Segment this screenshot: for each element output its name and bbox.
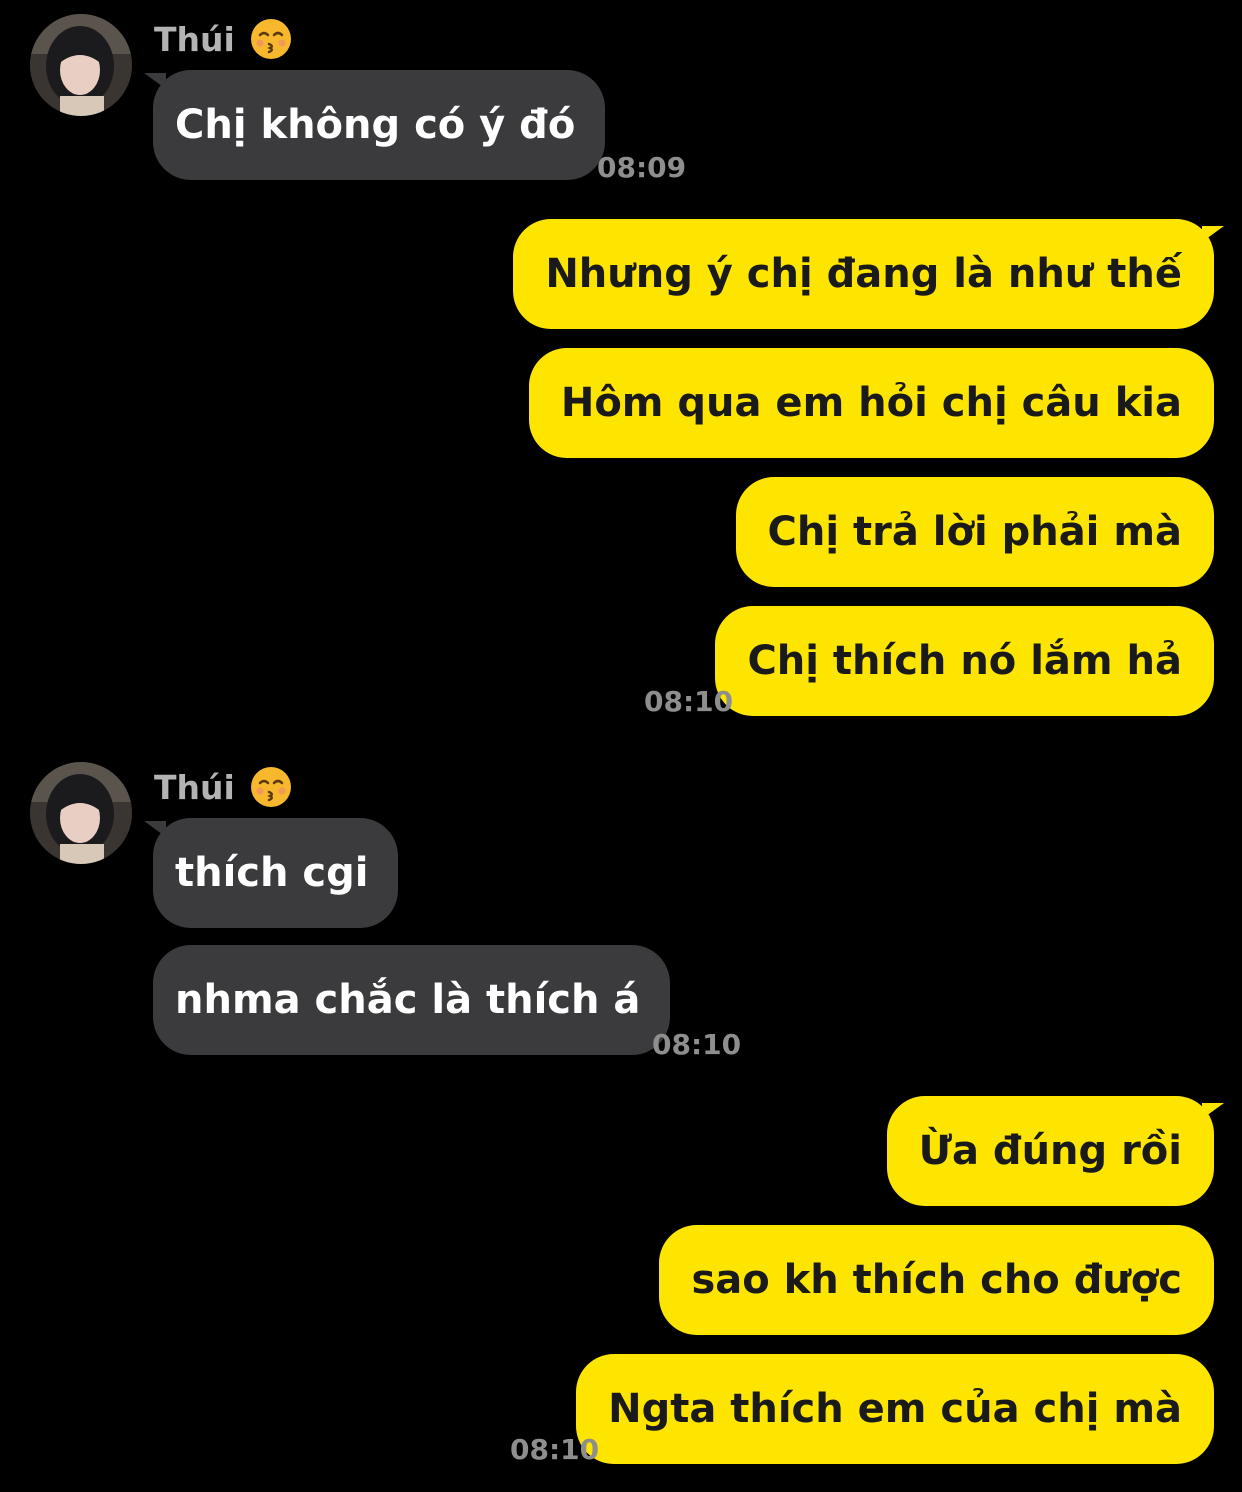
outgoing-message-bubble[interactable]: Chị trả lời phải mà bbox=[735, 477, 1214, 587]
sender-name: Thúi bbox=[154, 764, 293, 810]
sender-name: Thúi bbox=[154, 16, 293, 62]
message-text: Chị trả lời phải mà bbox=[767, 509, 1182, 555]
message-text: nhma chắc là thích á bbox=[175, 977, 641, 1023]
message-text: Hôm qua em hỏi chị câu kia bbox=[560, 380, 1182, 426]
sender-name-text: Thúi bbox=[154, 767, 235, 807]
kissing-face-emoji-icon bbox=[249, 765, 293, 809]
incoming-message-bubble[interactable]: Chị không có ý đó bbox=[153, 70, 606, 180]
sender-name-text: Thúi bbox=[154, 19, 235, 59]
message-text: Chị thích nó lắm hả bbox=[747, 638, 1182, 684]
message-text: sao kh thích cho được bbox=[691, 1257, 1182, 1303]
outgoing-message-bubble[interactable]: Chị thích nó lắm hả bbox=[715, 606, 1214, 716]
message-timestamp: 08:10 bbox=[510, 1433, 600, 1466]
outgoing-message-bubble[interactable]: sao kh thích cho được bbox=[659, 1225, 1214, 1335]
avatar[interactable] bbox=[30, 14, 132, 116]
message-timestamp: 08:10 bbox=[644, 685, 734, 718]
outgoing-message-bubble[interactable]: Hôm qua em hỏi chị câu kia bbox=[528, 348, 1214, 458]
outgoing-message-bubble[interactable]: Ừa đúng rồi bbox=[886, 1096, 1214, 1206]
message-text: Ừa đúng rồi bbox=[918, 1128, 1182, 1174]
incoming-message-bubble[interactable]: thích cgi bbox=[153, 818, 399, 928]
outgoing-message-bubble[interactable]: Nhưng ý chị đang là như thế bbox=[513, 219, 1214, 329]
incoming-message-bubble[interactable]: nhma chắc là thích á bbox=[153, 945, 671, 1055]
message-text: thích cgi bbox=[175, 850, 369, 896]
message-timestamp: 08:09 bbox=[597, 151, 687, 184]
message-timestamp: 08:10 bbox=[652, 1028, 742, 1061]
kissing-face-emoji-icon bbox=[249, 17, 293, 61]
message-text: Nhưng ý chị đang là như thế bbox=[545, 251, 1182, 297]
message-text: Ngta thích em của chị mà bbox=[608, 1386, 1182, 1432]
avatar[interactable] bbox=[30, 762, 132, 864]
outgoing-message-bubble[interactable]: Ngta thích em của chị mà bbox=[576, 1354, 1214, 1464]
message-text: Chị không có ý đó bbox=[175, 102, 576, 148]
